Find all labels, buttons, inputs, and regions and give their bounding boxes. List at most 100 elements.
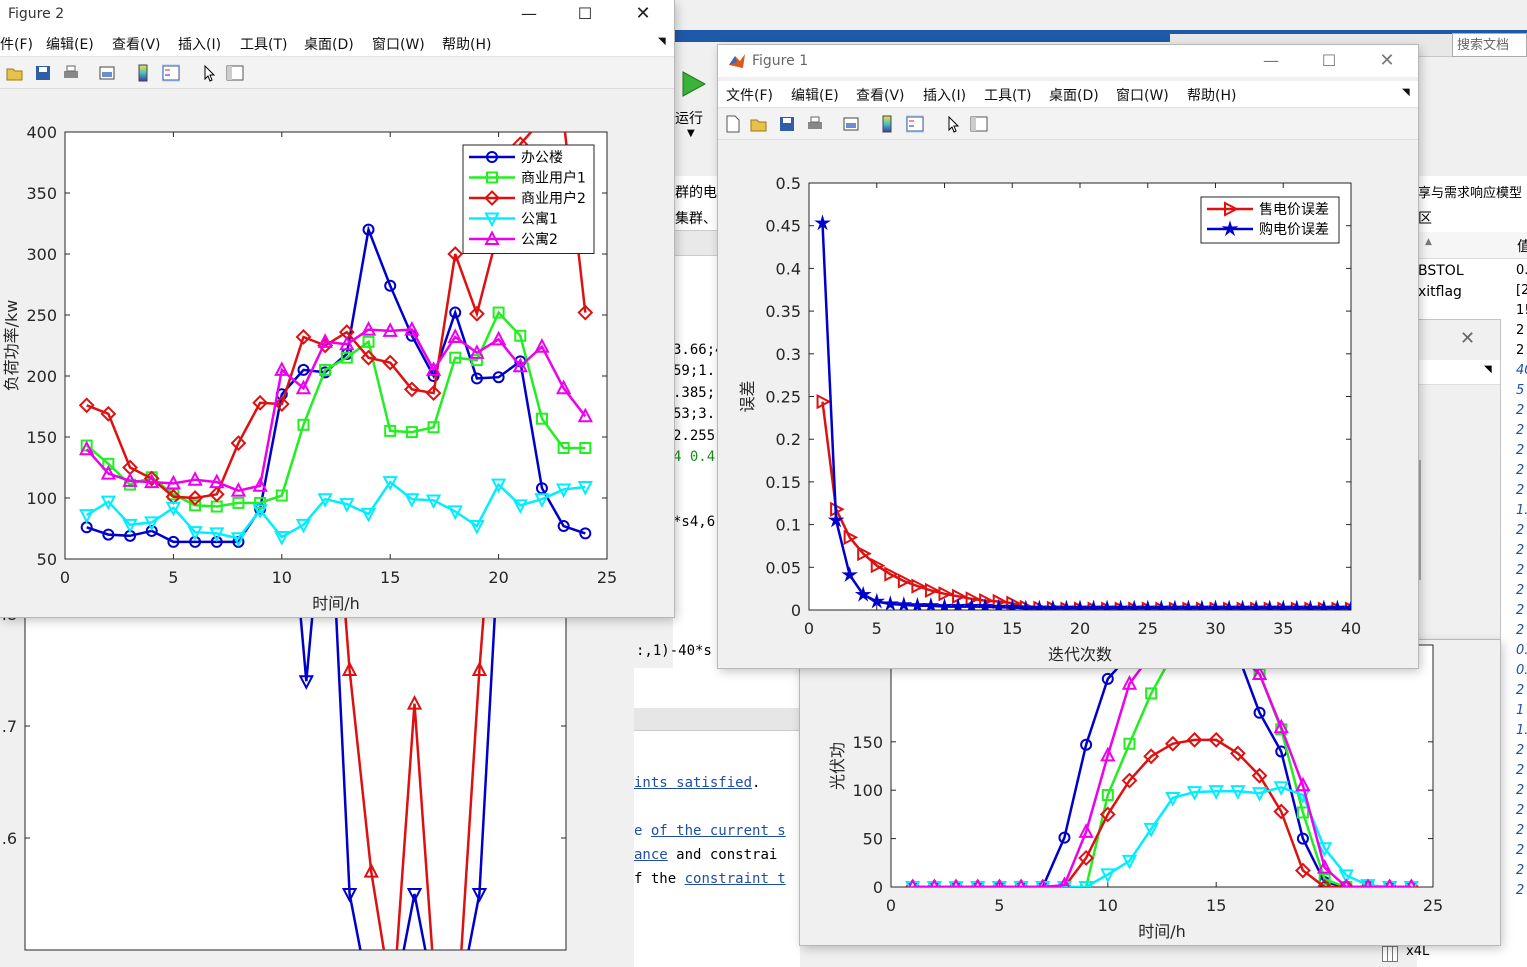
ws-value: 2 [1516, 423, 1525, 438]
figure1-canvas: 0 5 10 15 20 25 30 35 40 0 0.05 0.1 0.15 0.2 0.25 0.3 0.… [718, 140, 1418, 668]
legend-icon[interactable] [162, 64, 180, 82]
x-tick-label: 5 [872, 619, 882, 638]
menu-tools[interactable]: 工具(T) [240, 34, 287, 54]
cmd-link[interactable]: ints satisfied [634, 775, 752, 791]
menu-edit[interactable]: 编辑(E) [791, 85, 839, 105]
menu-file[interactable]: 件(F) [0, 34, 33, 54]
y-tick-label: 200 [26, 367, 57, 386]
figure1-title: Figure 1 [752, 53, 809, 69]
ws-value: 2 [1516, 843, 1525, 858]
ws-name: xitflag [1418, 284, 1462, 300]
cmd-link[interactable]: ance [634, 847, 668, 863]
pointer-icon[interactable] [200, 64, 218, 82]
menu-desktop[interactable]: 桌面(D) [1049, 85, 1099, 105]
x-tick-label: 10 [272, 568, 292, 587]
code-line: 3.66;4 [673, 342, 719, 358]
print-icon[interactable] [62, 64, 80, 82]
legend-icon[interactable] [906, 115, 924, 133]
ws-value: 2 [1516, 543, 1525, 558]
legend-label: 商业用户2 [521, 190, 586, 207]
figure2-window: Figure 2 — ☐ ✕ 件(F) 编辑(E) 查看(V) 插入(I) 工具… [0, 0, 674, 617]
ws-value: 2 [1516, 583, 1525, 598]
x-axis-label: 时间/h [1138, 922, 1186, 941]
search-docs-input[interactable]: 搜索文档 [1452, 33, 1527, 57]
ws-value: 1. [1516, 723, 1527, 738]
legend-label: 售电价误差 [1259, 202, 1329, 218]
run-button[interactable]: 运行 ▼ [673, 62, 719, 152]
menu-insert[interactable]: 插入(I) [923, 85, 966, 105]
legend-label: 购电价误差 [1259, 222, 1329, 238]
save-icon[interactable] [778, 115, 796, 133]
menu-edit[interactable]: 编辑(E) [46, 34, 94, 54]
ws-value: 0. [1516, 263, 1527, 278]
menu-tools[interactable]: 工具(T) [984, 85, 1031, 105]
menu-file[interactable]: 文件(F) [726, 85, 773, 105]
menu-insert[interactable]: 插入(I) [178, 34, 221, 54]
x-tick-label: 25 [597, 568, 617, 587]
maximize-button[interactable]: ☐ [1306, 47, 1352, 77]
colorbar-icon[interactable] [878, 115, 896, 133]
cmd-text: e [634, 823, 643, 839]
close-button[interactable]: ✕ [620, 0, 666, 30]
menu-view[interactable]: 查看(V) [856, 85, 905, 105]
minimize-button[interactable]: — [1248, 47, 1294, 77]
x-tick-label: 20 [1070, 619, 1090, 638]
ws-value: 2 [1516, 743, 1525, 758]
close-button[interactable]: ✕ [1364, 47, 1410, 77]
figure1-titlebar[interactable]: Figure 1 — ☐ ✕ [718, 45, 1418, 77]
x-tick-label: 10 [1098, 896, 1118, 915]
sort-icon[interactable]: ▲ [1425, 237, 1432, 247]
maximize-button[interactable]: ☐ [562, 0, 608, 30]
x-tick-label: 20 [488, 568, 508, 587]
dialog-close-icon[interactable]: ✕ [1460, 328, 1475, 349]
plot-area [891, 645, 1433, 887]
editor-tab-text: 群的电 [675, 185, 717, 201]
ws-value: 2 [1516, 783, 1525, 798]
print-icon[interactable] [806, 115, 824, 133]
code-line-8: :,1)-40*s [636, 643, 712, 659]
cmd-link[interactable]: of the current s [651, 823, 786, 839]
dialog-inner-panel [1418, 460, 1421, 580]
dialog-expand-icon[interactable]: ◥ [1484, 364, 1492, 375]
menubar-dock-icon[interactable]: ◥ [658, 36, 666, 47]
minimize-button[interactable]: — [506, 0, 552, 30]
chart-bottom-left: .6.7.8.9 [2, 600, 567, 951]
menu-help[interactable]: 帮助(H) [442, 34, 491, 54]
y-tick-label: 300 [26, 245, 57, 264]
figure2-titlebar[interactable]: Figure 2 — ☐ ✕ [0, 0, 674, 30]
cmd-link[interactable]: constraint t [685, 871, 786, 887]
data-point [557, 113, 570, 126]
x-tick-label: 25 [1423, 896, 1443, 915]
y-tick-label: 50 [37, 550, 57, 569]
editor-tab-text-2: 集群、 [675, 211, 717, 227]
workspace-header-2: 区 [1418, 211, 1432, 227]
open-file-icon[interactable] [6, 64, 24, 82]
menu-desktop[interactable]: 桌面(D) [304, 34, 354, 54]
y-tick-label: 400 [26, 123, 57, 142]
menu-view[interactable]: 查看(V) [112, 34, 161, 54]
ws-value: 2 [1516, 763, 1525, 778]
print-preview-icon[interactable] [842, 115, 860, 133]
save-icon[interactable] [34, 64, 52, 82]
y-tick-label: 150 [26, 428, 57, 447]
x-tick-label: 40 [1341, 619, 1361, 638]
menu-window[interactable]: 窗口(W) [372, 34, 425, 54]
colorbar-icon[interactable] [134, 64, 152, 82]
new-figure-icon[interactable] [724, 115, 742, 133]
workspace-header-1: 享与需求响应模型 [1418, 186, 1523, 201]
pointer-icon[interactable] [944, 115, 962, 133]
plot-area [809, 183, 1351, 610]
property-editor-icon[interactable] [970, 115, 988, 133]
y-tick-label: 0 [791, 601, 801, 620]
print-preview-icon[interactable] [98, 64, 116, 82]
menu-window[interactable]: 窗口(W) [1116, 85, 1169, 105]
open-file-icon[interactable] [750, 115, 768, 133]
menubar-dock-icon[interactable]: ◥ [1402, 87, 1410, 98]
x-tick-label: 20 [1314, 896, 1334, 915]
y-tick-label: 350 [26, 184, 57, 203]
property-editor-icon[interactable] [226, 64, 244, 82]
menu-help[interactable]: 帮助(H) [1187, 85, 1236, 105]
ws-value: 2 [1516, 823, 1525, 838]
y-axis-label: 误差 [738, 380, 757, 412]
legend-label: 公寓1 [521, 211, 558, 228]
